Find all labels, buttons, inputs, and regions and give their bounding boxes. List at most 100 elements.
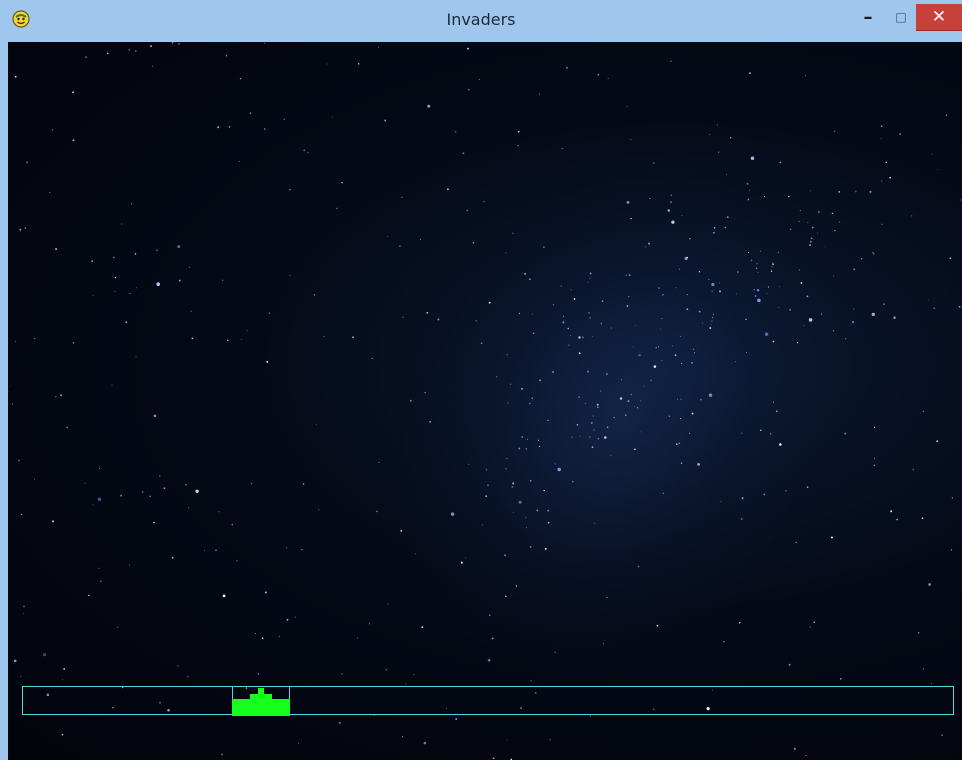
star bbox=[697, 463, 700, 466]
star bbox=[693, 352, 696, 354]
star bbox=[527, 438, 529, 440]
star bbox=[236, 560, 238, 562]
star bbox=[385, 668, 388, 671]
star bbox=[357, 63, 360, 65]
star bbox=[99, 467, 100, 469]
star bbox=[23, 605, 25, 608]
star bbox=[643, 385, 645, 387]
star bbox=[740, 432, 743, 434]
star bbox=[141, 491, 144, 493]
star bbox=[610, 454, 612, 456]
star bbox=[72, 342, 75, 344]
star bbox=[725, 174, 728, 176]
star bbox=[113, 256, 115, 259]
star bbox=[506, 354, 508, 356]
star bbox=[771, 266, 773, 268]
star bbox=[283, 118, 285, 120]
star bbox=[521, 436, 524, 438]
star bbox=[529, 278, 531, 281]
star bbox=[772, 262, 774, 264]
star bbox=[594, 522, 596, 524]
star bbox=[92, 294, 94, 296]
star bbox=[667, 209, 671, 212]
star bbox=[620, 379, 623, 381]
star bbox=[121, 223, 123, 225]
star bbox=[600, 390, 602, 392]
star bbox=[563, 315, 565, 317]
star bbox=[810, 237, 813, 240]
title-bar[interactable]: Invaders – □ ✕ bbox=[0, 0, 962, 42]
star bbox=[423, 741, 427, 745]
star bbox=[251, 483, 253, 485]
star bbox=[668, 415, 671, 418]
star bbox=[718, 151, 720, 153]
star bbox=[649, 197, 651, 200]
star bbox=[465, 557, 467, 559]
star bbox=[130, 203, 132, 205]
star bbox=[689, 432, 691, 434]
star bbox=[239, 77, 242, 80]
star bbox=[927, 299, 929, 301]
star bbox=[489, 614, 491, 617]
star bbox=[809, 190, 812, 192]
minimize-button[interactable]: – bbox=[851, 4, 885, 30]
star bbox=[217, 126, 220, 129]
star bbox=[885, 161, 888, 164]
star bbox=[779, 286, 781, 288]
star bbox=[597, 437, 600, 440]
star bbox=[772, 263, 774, 266]
star bbox=[266, 360, 269, 363]
star bbox=[92, 504, 94, 506]
star bbox=[834, 230, 836, 232]
star bbox=[106, 52, 109, 55]
star bbox=[307, 152, 309, 154]
star bbox=[736, 293, 737, 295]
star bbox=[578, 352, 581, 355]
star bbox=[588, 436, 591, 438]
star bbox=[117, 626, 119, 628]
star bbox=[713, 227, 716, 229]
star bbox=[767, 286, 769, 288]
star bbox=[97, 497, 102, 502]
star bbox=[226, 339, 229, 342]
star bbox=[746, 182, 749, 185]
star bbox=[517, 130, 520, 133]
star bbox=[817, 232, 818, 234]
star bbox=[747, 198, 750, 201]
star bbox=[566, 66, 568, 69]
star bbox=[619, 397, 623, 400]
star bbox=[481, 524, 484, 526]
star bbox=[532, 332, 535, 335]
star bbox=[678, 442, 681, 444]
star bbox=[772, 401, 774, 403]
star bbox=[708, 134, 710, 135]
star bbox=[301, 549, 303, 551]
star bbox=[61, 733, 64, 736]
star bbox=[26, 161, 29, 164]
star bbox=[136, 287, 137, 289]
star bbox=[402, 316, 404, 318]
star bbox=[506, 457, 508, 460]
star bbox=[881, 180, 883, 182]
close-button[interactable]: ✕ bbox=[916, 4, 962, 31]
game-canvas[interactable] bbox=[8, 42, 962, 760]
star bbox=[698, 271, 701, 273]
star bbox=[793, 747, 796, 750]
star bbox=[636, 407, 639, 409]
star bbox=[512, 232, 514, 234]
star bbox=[681, 215, 683, 217]
star bbox=[294, 616, 296, 618]
maximize-button[interactable]: □ bbox=[886, 4, 916, 30]
star bbox=[832, 275, 834, 277]
star bbox=[606, 426, 609, 428]
star bbox=[852, 321, 854, 324]
star bbox=[424, 392, 426, 394]
star bbox=[810, 240, 812, 243]
star bbox=[400, 529, 403, 532]
star bbox=[873, 253, 875, 255]
star bbox=[950, 549, 953, 551]
star bbox=[770, 433, 772, 435]
star bbox=[507, 402, 509, 404]
star bbox=[278, 635, 280, 637]
star bbox=[261, 637, 264, 640]
